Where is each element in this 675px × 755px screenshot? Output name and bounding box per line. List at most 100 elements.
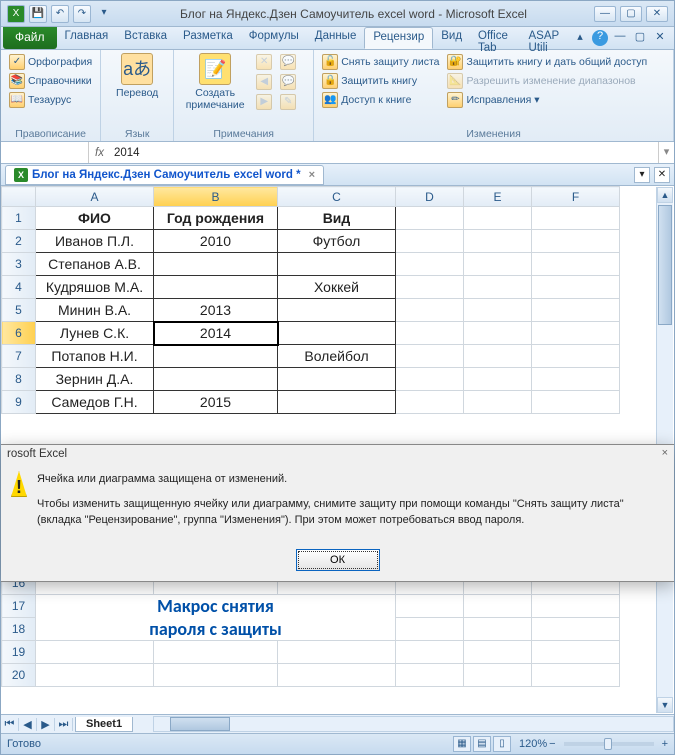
cell[interactable] — [154, 276, 278, 299]
doc-max-icon[interactable]: ▢ — [632, 30, 648, 46]
cell[interactable] — [532, 230, 620, 253]
cell[interactable] — [396, 207, 464, 230]
view-break-icon[interactable]: ▯ — [493, 736, 511, 752]
fx-icon[interactable]: fx — [89, 147, 110, 159]
cell[interactable] — [464, 368, 532, 391]
row-header[interactable]: 8 — [2, 368, 36, 391]
tab-insert[interactable]: Вставка — [116, 27, 175, 49]
row-header[interactable]: 19 — [2, 641, 36, 664]
minimize-button[interactable]: — — [594, 6, 616, 22]
cell[interactable] — [464, 345, 532, 368]
col-header-d[interactable]: D — [396, 187, 464, 207]
cell[interactable] — [532, 322, 620, 345]
cell[interactable] — [154, 345, 278, 368]
cell[interactable] — [278, 299, 396, 322]
thesaurus-button[interactable]: 📖Тезаурус — [7, 91, 94, 109]
cell[interactable] — [36, 641, 154, 664]
translate-button[interactable]: aあПеревод — [107, 53, 167, 99]
cell[interactable] — [464, 595, 532, 618]
macro-button-line1[interactable]: Макрос снятия — [36, 595, 396, 618]
zoom-label[interactable]: 120% — [519, 738, 547, 750]
doc-close-icon[interactable]: ✕ — [652, 30, 668, 46]
cell[interactable]: Хоккей — [278, 276, 396, 299]
cell[interactable]: Футбол — [278, 230, 396, 253]
cell[interactable] — [396, 641, 464, 664]
protect-and-share-button[interactable]: 🔐Защитить книгу и дать общий доступ — [445, 53, 649, 71]
wb-close-icon[interactable]: ✕ — [654, 167, 670, 183]
sheet-nav-last-icon[interactable]: ⏭ — [55, 718, 73, 731]
cell[interactable] — [278, 391, 396, 414]
tab-formulas[interactable]: Формулы — [241, 27, 307, 49]
formula-input[interactable]: 2014 — [110, 145, 658, 161]
sheet-nav-next-icon[interactable]: ▶ — [37, 718, 55, 731]
cell[interactable] — [396, 368, 464, 391]
spreadsheet-grid[interactable]: A B C D E F 1 ФИО Год рождения Вид 2 Ива… — [1, 186, 620, 687]
qat-more-icon[interactable]: ▾ — [95, 5, 113, 23]
zoom-thumb[interactable] — [604, 738, 612, 750]
view-normal-icon[interactable]: ▦ — [453, 736, 471, 752]
unprotect-sheet-button[interactable]: 🔓Снять защиту листа — [320, 53, 441, 71]
active-cell[interactable]: 2014 — [154, 322, 278, 345]
col-header-f[interactable]: F — [532, 187, 620, 207]
message-box-close-icon[interactable]: × — [662, 447, 668, 459]
cell[interactable] — [278, 641, 396, 664]
cell[interactable] — [532, 391, 620, 414]
cell[interactable] — [532, 207, 620, 230]
cell[interactable] — [532, 368, 620, 391]
row-header[interactable]: 3 — [2, 253, 36, 276]
cell[interactable] — [154, 253, 278, 276]
file-tab[interactable]: Файл — [3, 27, 57, 49]
cell[interactable]: 2010 — [154, 230, 278, 253]
cell[interactable] — [396, 664, 464, 687]
row-header[interactable]: 2 — [2, 230, 36, 253]
cell[interactable] — [464, 641, 532, 664]
zoom-slider[interactable] — [564, 742, 654, 746]
protect-workbook-button[interactable]: 🔒Защитить книгу — [320, 72, 441, 90]
zoom-out-icon[interactable]: − — [549, 738, 555, 750]
scroll-down-icon[interactable]: ▼ — [657, 697, 673, 713]
cell[interactable] — [532, 595, 620, 618]
cell[interactable] — [396, 322, 464, 345]
hscroll-thumb[interactable] — [170, 717, 230, 731]
track-changes-button[interactable]: ✏Исправления ▾ — [445, 91, 649, 109]
tab-home[interactable]: Главная — [57, 27, 117, 49]
cell[interactable]: Потапов Н.И. — [36, 345, 154, 368]
scroll-up-icon[interactable]: ▲ — [657, 187, 673, 203]
cell[interactable]: ФИО — [36, 207, 154, 230]
cell[interactable] — [278, 253, 396, 276]
cell[interactable]: Волейбол — [278, 345, 396, 368]
save-icon[interactable]: 💾 — [29, 5, 47, 23]
tab-asap[interactable]: ASAP Utili — [521, 27, 572, 49]
research-button[interactable]: 📚Справочники — [7, 72, 94, 90]
select-all-corner[interactable] — [2, 187, 36, 207]
cell[interactable] — [464, 391, 532, 414]
spelling-button[interactable]: ✓Орфография — [7, 53, 94, 71]
maximize-button[interactable]: ▢ — [620, 6, 642, 22]
col-header-b[interactable]: B — [154, 187, 278, 207]
cell[interactable]: 2015 — [154, 391, 278, 414]
formula-expand-icon[interactable]: ▾ — [658, 142, 674, 163]
redo-icon[interactable]: ↷ — [73, 5, 91, 23]
row-header[interactable]: 4 — [2, 276, 36, 299]
col-header-e[interactable]: E — [464, 187, 532, 207]
workbook-tab-close-icon[interactable]: × — [309, 169, 315, 181]
share-workbook-button[interactable]: 👥Доступ к книге — [320, 91, 441, 109]
row-header[interactable]: 9 — [2, 391, 36, 414]
cell[interactable] — [278, 322, 396, 345]
cell[interactable] — [532, 618, 620, 641]
cell[interactable] — [532, 276, 620, 299]
cell[interactable]: Степанов А.В. — [36, 253, 154, 276]
row-header[interactable]: 6 — [2, 322, 36, 345]
sheet-nav-prev-icon[interactable]: ◀ — [19, 718, 37, 731]
cell[interactable] — [396, 618, 464, 641]
cell[interactable]: 2013 — [154, 299, 278, 322]
cell[interactable] — [154, 368, 278, 391]
cell[interactable] — [464, 664, 532, 687]
cell[interactable] — [396, 253, 464, 276]
row-header[interactable]: 17 — [2, 595, 36, 618]
row-header[interactable]: 20 — [2, 664, 36, 687]
cell[interactable] — [396, 276, 464, 299]
cell[interactable]: Вид — [278, 207, 396, 230]
workbook-tab[interactable]: X Блог на Яндекс.Дзен Самоучитель excel … — [5, 165, 324, 185]
cell[interactable]: Кудряшов М.А. — [36, 276, 154, 299]
